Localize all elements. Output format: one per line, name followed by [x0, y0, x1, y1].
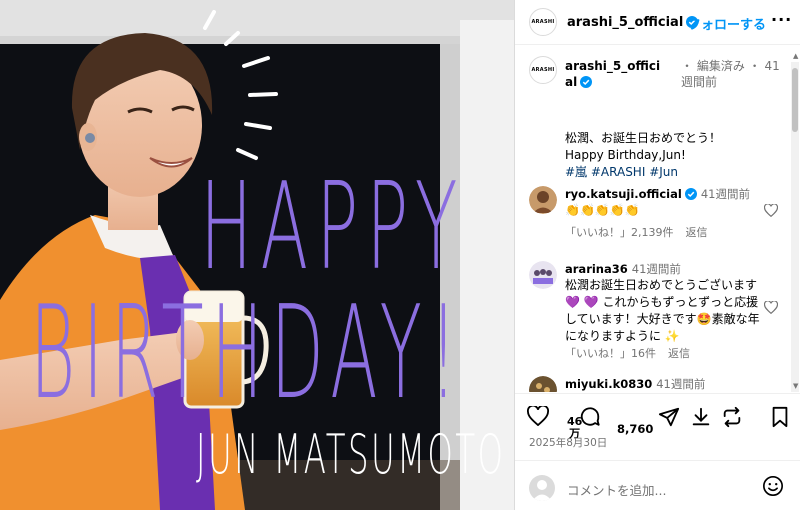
comment-time: 41週間前: [700, 187, 750, 201]
scroll-down-arrow-icon[interactable]: ▼: [793, 382, 798, 390]
avatar: [529, 475, 555, 501]
post-header: ARASHI arashi_5_official フォローする ···: [515, 0, 800, 45]
avatar[interactable]: [529, 186, 557, 214]
comment-footer: 「いいね！」16件 返信: [565, 345, 702, 361]
repost-icon[interactable]: [721, 406, 743, 428]
headline-happy: HAPPY: [200, 158, 466, 297]
avatar[interactable]: [529, 376, 557, 392]
more-dots-icon[interactable]: ···: [771, 10, 792, 29]
download-icon[interactable]: [690, 406, 712, 428]
verified-badge-icon: [684, 188, 697, 200]
comment-text: 👏👏👏👏👏: [565, 203, 640, 217]
headline-birthday: BIRTHDAY!: [30, 279, 465, 428]
post-image[interactable]: HAPPY BIRTHDAY! JUN MATSUMOTO: [0, 0, 514, 510]
comment-username[interactable]: ararina36 41週間前: [565, 261, 681, 277]
scroll-up-arrow-icon[interactable]: ▲: [793, 52, 798, 60]
hashtags[interactable]: #嵐 #ARASHI #Jun: [565, 164, 721, 181]
action-bar: 46 万 8,760 2025年8月30日 コメントを追加...: [515, 393, 800, 510]
comment-username[interactable]: ryo.katsuji.official 41週間前: [565, 186, 750, 202]
scrollbar[interactable]: [791, 62, 799, 392]
comment-input[interactable]: コメントを追加...: [567, 480, 666, 499]
comments-scroll-area[interactable]: ARASHI arashi_5_official ・ 編集済み ・ 41週間前 …: [515, 46, 800, 392]
emoji-icon[interactable]: [762, 475, 784, 497]
caption-meta: ・ 編集済み ・ 41週間前: [681, 59, 780, 89]
avatar[interactable]: ARASHI: [529, 8, 557, 36]
comment-footer: 「いいね！」2,139件 返信: [565, 224, 720, 240]
verified-badge-icon: [580, 76, 593, 88]
avatar[interactable]: [529, 261, 557, 289]
caption-line: Happy Birthday,Jun!: [565, 148, 686, 162]
reply-button[interactable]: 返信: [686, 226, 708, 239]
add-comment-bar: コメントを追加...: [515, 460, 800, 510]
avatar[interactable]: ARASHI: [529, 56, 557, 84]
reply-button[interactable]: 返信: [668, 347, 690, 360]
username[interactable]: arashi_5_official: [567, 15, 699, 30]
name-line: JUN MATSUMOTO: [196, 423, 506, 486]
scrollbar-thumb[interactable]: [792, 68, 798, 132]
post-side-panel: ARASHI arashi_5_official フォローする ··· ARAS…: [514, 0, 800, 510]
comment-likes[interactable]: 「いいね！」16件: [565, 347, 656, 360]
caption-text: 松潤、お誕生日おめでとう！ Happy Birthday,Jun! #嵐 #AR…: [565, 130, 721, 181]
heart-icon[interactable]: [764, 204, 778, 217]
caption-username[interactable]: arashi_5_official: [565, 58, 665, 90]
comment-count[interactable]: 8,760: [617, 422, 653, 436]
share-icon[interactable]: [658, 406, 680, 428]
bookmark-icon[interactable]: [771, 406, 789, 428]
comment-time: 41週間前: [656, 377, 706, 391]
caption-line: 松潤、お誕生日おめでとう！: [565, 131, 722, 145]
comment-text: 松潤お誕生日おめでとうございます 💜 💜 これからもずっとずっと応援しています！…: [565, 278, 760, 343]
comment-time: 41週間前: [631, 262, 681, 276]
comment-likes[interactable]: 「いいね！」2,139件: [565, 226, 674, 239]
heart-icon[interactable]: [527, 406, 549, 426]
heart-icon[interactable]: [764, 301, 778, 314]
post-date: 2025年8月30日: [529, 437, 608, 449]
follow-button[interactable]: フォローする: [688, 14, 766, 33]
comment-username[interactable]: miyuki.k0830 41週間前: [565, 376, 705, 392]
action-icons: 46 万 8,760: [527, 406, 789, 440]
